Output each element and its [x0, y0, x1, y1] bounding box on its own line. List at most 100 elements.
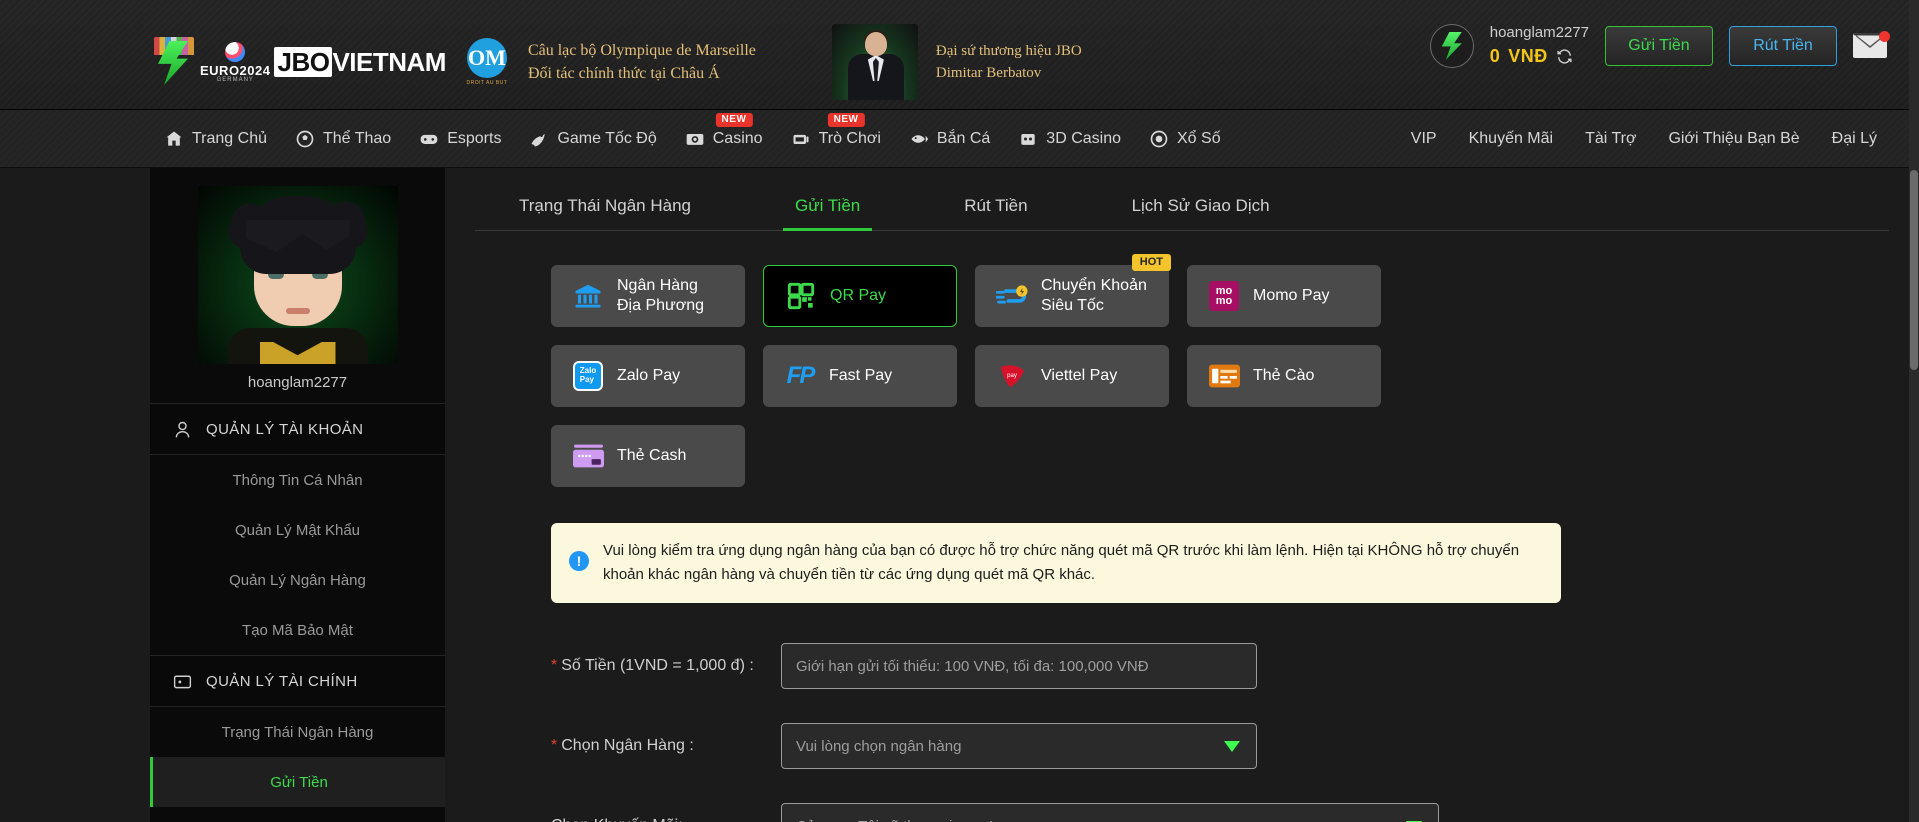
ambassador-text: Đại sứ thương hiệu JBO Dimitar Berbatov: [936, 40, 1082, 85]
user-icon: [172, 419, 192, 439]
nav-item-vip[interactable]: VIP: [1395, 110, 1453, 168]
sidebar-item-quan-ly-mat-khau[interactable]: Quản Lý Mật Khẩu: [150, 505, 445, 555]
ambassador-line-1: Đại sứ thương hiệu JBO: [935, 42, 1082, 59]
nav-label: VIP: [1410, 129, 1437, 147]
payment-method-the-cao[interactable]: Thẻ Cào: [1187, 345, 1381, 407]
payment-method-label: Thẻ Cash: [617, 447, 687, 464]
euro-sublabel: GERMANY: [216, 76, 254, 83]
nav-item-gioi-thieu-ban-be[interactable]: Giới Thiệu Bạn Bè: [1652, 110, 1815, 168]
promo-select[interactable]: Cảm ơn, Tôi sẽ tham gia sau!: [781, 803, 1439, 822]
amount-label: * Số Tiền (1VND = 1,000 đ) :: [551, 657, 781, 675]
nav-item-trang-chu[interactable]: Trang Chủ: [150, 110, 281, 168]
refresh-balance-icon[interactable]: [1556, 48, 1573, 65]
form-row-amount: * Số Tiền (1VND = 1,000 đ) : Giới hạn gửi…: [551, 643, 1561, 689]
top-banner: EURO2024 GERMANY JBO VIETNAM OM DROIT AU …: [0, 0, 1919, 110]
bank-select[interactable]: Vui lòng chọn ngân hàng: [781, 723, 1257, 769]
amount-placeholder: Giới hạn gửi tối thiểu: 100 VNĐ, tối đa:…: [796, 657, 1149, 675]
payment-method-zalo-pay[interactable]: Zalo Pay Zalo Pay: [551, 345, 745, 407]
momo-icon: mo mo: [1207, 279, 1241, 313]
withdraw-button[interactable]: Rút Tiền: [1729, 26, 1837, 66]
chevron-down-icon: [1224, 740, 1240, 752]
ambassador-line-2: Dimitar Berbatov: [935, 65, 1042, 81]
nav-item-tro-choi[interactable]: NEW Trò Chơi: [777, 110, 895, 168]
nav-item-xo-so[interactable]: Xổ Số: [1135, 110, 1235, 168]
nav-label: Tài Trợ: [1585, 129, 1637, 147]
brand-row: EURO2024 GERMANY JBO VIETNAM OM DROIT AU …: [152, 24, 1082, 100]
nav-label: Bắn Cá: [936, 129, 991, 147]
soccer-ball-icon: [295, 129, 315, 149]
partner-text: Câu lạc bộ Olympique de Marseille Đối tá…: [528, 39, 756, 85]
payment-method-momo-pay[interactable]: mo mo Momo Pay: [1187, 265, 1381, 327]
left-gutter: [0, 168, 150, 822]
bank-label: * Chọn Ngân Hàng :: [551, 737, 781, 755]
info-icon: !: [569, 551, 589, 571]
amount-input[interactable]: Giới hạn gửi tối thiểu: 100 VNĐ, tối đa:…: [781, 643, 1257, 689]
nav-item-esports[interactable]: Esports: [405, 110, 515, 168]
new-badge: NEW: [715, 112, 753, 127]
payment-method-the-cash[interactable]: Thẻ Cash: [551, 425, 745, 487]
nav-item-tai-tro[interactable]: Tài Trợ: [1569, 110, 1652, 168]
nav-label: Trò Chơi: [818, 129, 881, 147]
tab-bar: Trạng Thái Ngân Hàng Gửi Tiền Rút Tiền L…: [475, 196, 1889, 231]
tab-lich-su-giao-dich[interactable]: Lịch Sử Giao Dịch: [1106, 196, 1296, 230]
form-row-promo: Chọn Khuyến Mãi: Cảm ơn, Tôi sẽ tham gia…: [551, 803, 1561, 822]
tab-rut-tien[interactable]: Rút Tiền: [938, 196, 1053, 230]
tab-trang-thai-ngan-hang[interactable]: Trạng Thái Ngân Hàng: [493, 196, 717, 230]
mail-icon[interactable]: [1853, 31, 1890, 59]
payment-method-label: Fast Pay: [829, 367, 893, 384]
ambassador-photo: [831, 24, 918, 100]
sidebar: hoanglam2277 QUẢN LÝ TÀI KHOẢN Thông Tin…: [150, 168, 445, 822]
nav-item-casino[interactable]: NEW Casino: [671, 110, 777, 168]
payment-method-label: Viettel Pay: [1041, 367, 1118, 384]
scrollbar-thumb[interactable]: [1910, 170, 1918, 370]
jbo-logo[interactable]: EURO2024 GERMANY JBO VIETNAM: [152, 37, 446, 87]
main-content: Trạng Thái Ngân Hàng Gửi Tiền Rút Tiền L…: [445, 168, 1919, 822]
euro-ball-icon: [225, 41, 246, 62]
nav-item-khuyen-mai[interactable]: Khuyến Mãi: [1453, 110, 1570, 168]
nav-item-dai-ly[interactable]: Đại Lý: [1816, 110, 1893, 168]
nav-label: Esports: [447, 129, 502, 147]
partner-line-1: Câu lạc bộ Olympique de Marseille: [527, 41, 756, 59]
nav-label: Game Tốc Độ: [557, 129, 657, 147]
nav-item-game-toc-do[interactable]: Game Tốc Độ: [515, 110, 670, 168]
nav-item-3d-casino[interactable]: 3D Casino: [1004, 110, 1135, 168]
home-icon: [164, 129, 184, 149]
slot-machine-icon: [791, 129, 811, 149]
sidebar-item-quan-ly-ngan-hang[interactable]: Quản Lý Ngân Hàng: [150, 555, 445, 605]
sidebar-item-thong-tin-ca-nhan[interactable]: Thông Tin Cá Nhân: [150, 455, 445, 505]
hot-badge: HOT: [1131, 254, 1171, 272]
deposit-button[interactable]: Gửi Tiền: [1605, 26, 1713, 66]
tab-gui-tien[interactable]: Gửi Tiền: [769, 196, 886, 231]
promo-select-value: Cảm ơn, Tôi sẽ tham gia sau!: [796, 818, 993, 822]
sidebar-item-tao-ma-bao-mat[interactable]: Tạo Mã Bảo Mật: [150, 605, 445, 655]
sidebar-item-gui-tien[interactable]: Gửi Tiền: [150, 757, 445, 807]
nav-label: Xổ Số: [1177, 129, 1221, 147]
nav-label: 3D Casino: [1046, 129, 1121, 147]
page-scrollbar[interactable]: [1909, 0, 1919, 822]
avatar[interactable]: [1429, 24, 1474, 68]
payment-method-qr-pay[interactable]: QR Pay: [763, 265, 957, 327]
gamepad-icon: [419, 129, 439, 149]
sidebar-item-trang-thai-ngan-hang[interactable]: Trạng Thái Ngân Hàng: [150, 707, 445, 757]
payment-method-chuyen-khoan-sieu-toc[interactable]: HOT Chuyển Khoản Siêu Tốc: [975, 254, 1171, 327]
profile-box: hoanglam2277: [150, 168, 445, 403]
bank-label-text: Chọn Ngân Hàng :: [561, 737, 694, 754]
page-body: hoanglam2277 QUẢN LÝ TÀI KHOẢN Thông Tin…: [0, 168, 1919, 822]
balance-currency: VNĐ: [1508, 46, 1548, 67]
payment-method-label: QR Pay: [830, 287, 887, 304]
wallet-icon: [172, 671, 192, 691]
profile-avatar-image[interactable]: [197, 186, 398, 364]
qr-code-icon: [784, 279, 818, 313]
zalopay-icon: Zalo Pay: [571, 359, 605, 393]
payment-method-ngan-hang-dia-phuong[interactable]: Ngân Hàng Địa Phương: [551, 265, 745, 327]
payment-method-grid: Ngân Hàng Địa Phương QR Pay HOT Chuyển K…: [551, 254, 1561, 487]
fish-icon: [909, 129, 929, 149]
account-username: hoanglam2277: [1489, 24, 1589, 42]
nav-label: Casino: [712, 129, 763, 147]
amount-label-text: Số Tiền (1VND = 1,000 đ) :: [561, 657, 754, 674]
payment-method-fast-pay[interactable]: FP Fast Pay: [763, 345, 957, 407]
nav-item-ban-ca[interactable]: Bắn Cá: [895, 110, 1004, 168]
payment-method-viettel-pay[interactable]: pay Viettel Pay: [975, 345, 1169, 407]
nav-item-the-thao[interactable]: Thể Thao: [281, 110, 405, 168]
robot-icon: [1018, 129, 1038, 149]
